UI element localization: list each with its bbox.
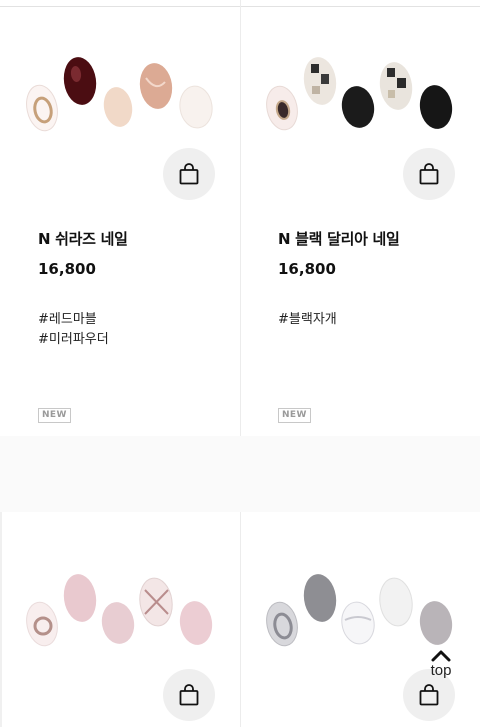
product-price: 16,800 (38, 260, 96, 278)
product-card[interactable]: N 쉬라즈 네일 16,800 #레드마블 #미러파우더 NEW (0, 8, 240, 436)
product-price: 16,800 (278, 260, 336, 278)
shopping-bag-icon (419, 163, 439, 185)
product-card[interactable] (240, 512, 480, 727)
product-thumbnail[interactable] (10, 512, 230, 692)
new-badge: NEW (278, 408, 311, 423)
product-tag[interactable]: #미러파우더 (38, 330, 109, 350)
scroll-to-top-label: top (430, 662, 452, 679)
product-tags: #블랙자개 (278, 310, 337, 330)
product-tags: #레드마블 #미러파우더 (38, 310, 109, 350)
add-to-cart-button[interactable] (163, 669, 215, 721)
add-to-cart-button[interactable] (403, 148, 455, 200)
add-to-cart-button[interactable] (163, 148, 215, 200)
product-tag[interactable]: #블랙자개 (278, 310, 337, 330)
shopping-bag-icon (179, 684, 199, 706)
new-badge: NEW (38, 408, 71, 423)
shopping-bag-icon (179, 163, 199, 185)
product-card[interactable] (0, 512, 240, 727)
product-name[interactable]: N 쉬라즈 네일 (38, 228, 128, 249)
product-tag[interactable]: #레드마블 (38, 310, 109, 330)
row-spacer (0, 436, 480, 512)
product-card[interactable]: N 블랙 달리아 네일 16,800 #블랙자개 NEW (240, 8, 480, 436)
product-name[interactable]: N 블랙 달리아 네일 (278, 228, 400, 249)
scroll-to-top-button[interactable]: top (418, 646, 464, 692)
